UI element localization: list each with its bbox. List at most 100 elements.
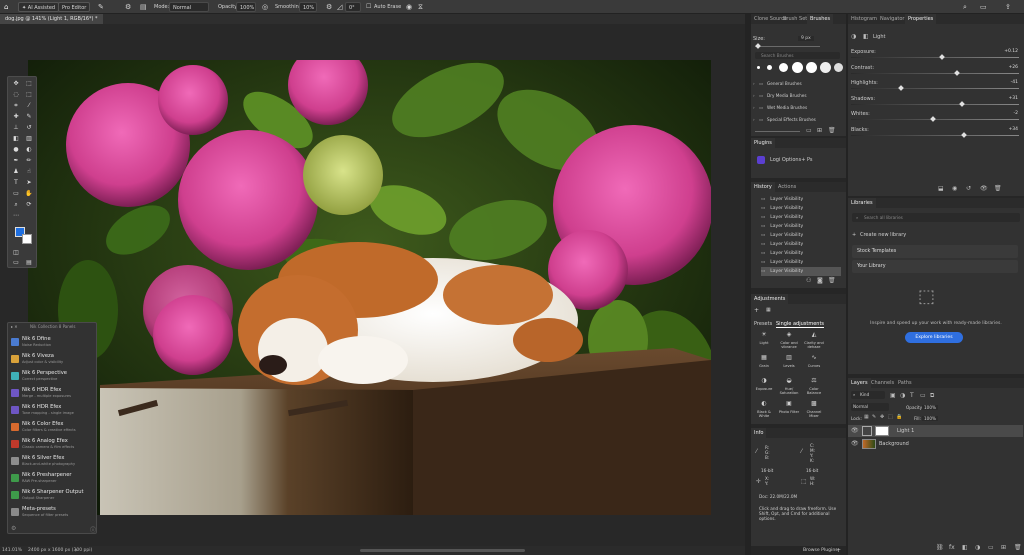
angle-field[interactable]: 0° [345,2,361,12]
brush-settings-icon[interactable]: ⚙ [125,2,131,12]
adjustment-button[interactable]: ▣ Photo Filter [778,399,800,419]
reset-icon[interactable]: ↺ [966,185,971,192]
spot-heal-icon[interactable]: ✚ [12,113,20,121]
brush-tool-icon[interactable]: ✎ [98,2,104,12]
lock-position-icon[interactable]: ✥ [880,414,884,421]
snapshot-icon[interactable]: ⚇ [806,277,811,284]
history-item[interactable]: ▭ Layer Visibility [761,195,841,204]
library-your-library[interactable]: Your Library [852,260,1018,273]
mask-thumb[interactable] [875,426,889,436]
object-select-icon[interactable]: ⬚ [25,91,33,99]
share-icon[interactable]: ⇪ [1005,2,1011,12]
clip-to-layer-icon[interactable]: ⬓ [938,185,944,192]
filter-smart-icon[interactable]: ⧉ [930,392,934,399]
auto-erase-checkbox[interactable]: ☐ [366,2,371,12]
history-item[interactable]: ▭ Layer Visibility [761,258,841,267]
tab-navigator[interactable]: Navigator [877,14,907,24]
tab-single-adjustments[interactable]: Single adjustments [776,321,825,328]
layer-name[interactable]: Light 1 [897,428,914,434]
blend-mode-select[interactable]: Normal [851,403,889,411]
lasso-tool-icon[interactable]: ◌ [12,91,20,99]
nik-item[interactable]: Nik 6 Presharpener RAW Pre-sharpener [10,471,94,487]
property-value[interactable]: -41 [998,80,1018,85]
nik-item[interactable]: Nik 6 Silver Efex Black-and-white photogr… [10,454,94,470]
property-slider[interactable] [851,57,1019,58]
plugin-logi-options[interactable]: Logi Options+ Ps [770,157,813,163]
brush-tip-2[interactable] [767,65,772,70]
filter-pixel-icon[interactable]: ▣ [890,392,896,399]
brush-size-field[interactable]: 9 px [798,36,814,41]
property-value[interactable]: -2 [998,111,1019,116]
nik-item[interactable]: Nik 6 Dfine Noise Reduction [10,335,94,351]
delete-layer-icon[interactable]: 🗑 [1014,544,1022,551]
tab-actions[interactable]: Actions [775,182,799,192]
adjustment-button[interactable]: ◐ Black & White [753,399,775,419]
history-item[interactable]: ▭ Layer Visibility [761,267,841,276]
history-item[interactable]: ▭ Layer Visibility [761,222,841,231]
pressure-size-icon[interactable]: ◉ [406,2,412,12]
search-icon[interactable]: ⌕ [963,2,967,12]
clone-stamp-icon[interactable]: ⊥ [12,124,20,132]
new-adjustment-icon[interactable]: ◑ [975,544,980,551]
smudge-icon[interactable]: ☝ [25,168,33,176]
property-value[interactable]: +0.12 [998,49,1018,54]
brush-tip-3[interactable] [779,63,788,72]
tab-channels[interactable]: Channels [868,378,897,388]
adjustment-button[interactable]: ▥ Levels [778,353,800,373]
nik-item[interactable]: Nik 6 Perspective Correct perspective [10,369,94,385]
tab-properties[interactable]: Properties [905,14,937,24]
tab-brushes[interactable]: Brushes [807,14,834,24]
brush-group[interactable]: › ▭ Wet Media Brushes [753,103,843,113]
brush-size-slider[interactable] [755,46,820,47]
adjustment-button[interactable]: ☀ Light [753,330,775,350]
stamp-icon[interactable]: ♟ [12,168,20,176]
adjustment-button[interactable]: ◈ Color and vibrance [778,330,800,350]
path-select-icon[interactable]: ➤ [25,179,33,187]
brush-size-knob[interactable] [755,43,761,49]
hand-tool-icon[interactable]: ✋ [25,190,33,198]
lock-artboard-icon[interactable]: ⬚ [888,414,893,421]
dodge-icon[interactable]: ◐ [25,146,33,154]
tab-paths[interactable]: Paths [895,378,915,388]
symmetry-icon[interactable]: ⧖ [418,2,423,12]
status-arrow-icon[interactable]: › [75,546,77,555]
brush-tip-4[interactable] [792,62,803,73]
adjustment-button[interactable]: ◭ Clarity and dehaze [803,330,825,350]
blur-icon[interactable]: ● [12,146,20,154]
nik-item[interactable]: Nik 6 HDR Efex Merge - multiple exposures [10,386,94,402]
nik-panel-controls[interactable]: ▸ ✕ [11,324,18,329]
edit-toolbar-icon[interactable]: ▤ [25,259,33,267]
nik-item[interactable]: Nik 6 Viveza Adjust color & visibility [10,352,94,368]
mode-select[interactable]: Normal [169,2,209,12]
history-item[interactable]: ▭ Layer Visibility [761,240,841,249]
history-item[interactable]: ▭ Layer Visibility [761,213,841,222]
nik-item[interactable]: Meta-presets Sequence of filter presets [10,505,94,521]
property-slider-knob[interactable] [938,54,945,60]
adjustment-button[interactable]: ▦ Grain [753,353,775,373]
brush-panel-icon[interactable]: ▤ [140,2,147,12]
adjustment-button[interactable]: ∿ Curves [803,353,825,373]
property-slider-knob[interactable] [898,85,905,91]
property-slider-knob[interactable] [960,131,967,138]
adjustment-button[interactable]: ▩ Channel Mixer [803,399,825,419]
library-stock-templates[interactable]: Stock Templates [852,245,1018,258]
tab-info[interactable]: Info [751,428,767,438]
filter-type-icon[interactable]: T [910,392,914,399]
smoothing-field[interactable]: 10% [299,2,317,12]
brush-search-input[interactable]: Search Brushes [761,53,794,58]
add-adjustment-icon[interactable]: + [754,307,759,314]
filter-shape-icon[interactable]: ▭ [920,392,926,399]
pencil-icon[interactable]: ✏ [25,157,33,165]
mask-icon[interactable]: ◧ [863,33,869,40]
filter-adjustment-icon[interactable]: ◑ [900,392,905,399]
layer-name[interactable]: Background [879,441,909,447]
pro-editor-button[interactable]: Pro Editor [58,2,91,12]
crop-tool-icon[interactable]: ⌗ [12,102,20,110]
nik-settings-icon[interactable]: ⚙ [11,525,16,532]
eraser-icon[interactable]: ◧ [12,135,20,143]
more-tools-icon[interactable]: ⋯ [12,212,20,220]
tab-histogram[interactable]: Histogram [848,14,880,24]
fill-field[interactable]: 100% [922,416,938,421]
brush-group[interactable]: › ▭ General Brushes [753,79,843,89]
property-slider[interactable] [851,103,1019,105]
